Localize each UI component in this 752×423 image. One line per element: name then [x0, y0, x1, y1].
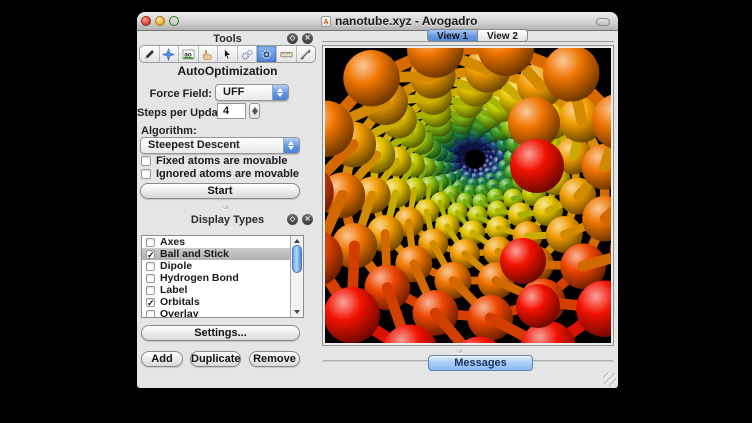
display-type-label: Ball and Stick	[160, 248, 229, 260]
manipulate-tool-button[interactable]	[199, 46, 219, 62]
tab-view-1[interactable]: View 1	[427, 29, 477, 42]
display-type-row[interactable]: Overlay	[142, 308, 303, 318]
display-types-close-button[interactable]: ✕	[302, 214, 313, 225]
algorithm-value: Steepest Descent	[148, 138, 240, 153]
draw-tool-icon	[143, 48, 156, 61]
close-window-button[interactable]	[141, 16, 151, 26]
checkbox-label: Ignored atoms are movable	[156, 168, 299, 180]
force-field-label: Force Field:	[137, 88, 212, 100]
auto-optimize-tool-button[interactable]	[257, 46, 277, 62]
auto-rotate-tool-button[interactable]	[238, 46, 258, 62]
bottom-splitter-handle[interactable]	[457, 349, 462, 353]
display-types-list[interactable]: Axes ✓ Ball and StickDipoleHydrogen BondLa…	[141, 235, 304, 318]
scroll-down-icon[interactable]	[294, 310, 300, 314]
tool-toolbar: ao	[139, 45, 316, 63]
add-button[interactable]: Add	[141, 351, 183, 367]
selection-tool-button[interactable]	[218, 46, 238, 62]
display-type-checkbox[interactable]: ✓	[146, 250, 155, 259]
force-field-value: UFF	[223, 85, 244, 100]
document-proxy-icon: A	[321, 16, 331, 27]
view-tabbar: View 1View 2	[427, 29, 528, 42]
navigate-tool-icon	[162, 48, 175, 61]
display-type-row[interactable]: Label	[142, 284, 303, 296]
align-tool-icon	[299, 48, 312, 61]
display-type-row[interactable]: ✓ Ball and Stick	[142, 248, 303, 260]
display-type-row[interactable]: Axes	[142, 236, 303, 248]
display-type-checkbox[interactable]: ✓	[146, 298, 155, 307]
measure-tool-icon	[280, 48, 293, 61]
molecule-viewport[interactable]	[325, 48, 611, 343]
draw-tool-button[interactable]	[140, 46, 160, 62]
display-type-label: Hydrogen Bond	[160, 272, 239, 284]
nanotube-render	[325, 48, 611, 343]
tools-close-button[interactable]: ✕	[302, 33, 313, 44]
steps-per-update-field[interactable]: 4	[217, 103, 246, 119]
measure-tool-button[interactable]	[277, 46, 297, 62]
display-type-checkbox[interactable]	[146, 238, 155, 247]
messages-button[interactable]: Messages	[428, 355, 533, 371]
display-list-scrollbar[interactable]	[290, 236, 303, 317]
steps-stepper[interactable]	[249, 103, 260, 119]
tools-float-button[interactable]: ◇	[287, 33, 298, 44]
desktop: { "window": { "title": "nanotube.xyz - A…	[0, 0, 752, 423]
bond-centric-tool-icon: ao	[182, 48, 195, 61]
bond-centric-tool-button[interactable]: ao	[179, 46, 199, 62]
display-type-checkbox[interactable]	[146, 262, 155, 271]
checkbox-box[interactable]	[141, 156, 151, 166]
tab-view-2[interactable]: View 2	[477, 29, 528, 42]
ignored-atoms-checkbox[interactable]: Ignored atoms are movable	[141, 168, 299, 180]
titlebar[interactable]: A nanotube.xyz - Avogadro	[137, 12, 618, 31]
algorithm-label: Algorithm:	[141, 125, 197, 137]
display-type-checkbox[interactable]	[146, 274, 155, 283]
fixed-atoms-checkbox[interactable]: Fixed atoms are movable	[141, 155, 287, 167]
minimize-window-button[interactable]	[155, 16, 165, 26]
align-tool-button[interactable]	[297, 46, 316, 62]
popup-arrows-icon	[283, 138, 299, 153]
display-type-row[interactable]: Hydrogen Bond	[142, 272, 303, 284]
navigate-tool-button[interactable]	[160, 46, 180, 62]
duplicate-button[interactable]: Duplicate	[190, 351, 241, 367]
manipulate-tool-icon	[201, 48, 214, 61]
remove-button[interactable]: Remove	[249, 351, 300, 367]
display-type-label: Overlay	[160, 308, 199, 318]
auto-optimize-tool-icon	[260, 48, 273, 61]
steps-per-update-label: Steps per Update:	[137, 107, 212, 119]
display-types-float-button[interactable]: ◇	[287, 214, 298, 225]
display-type-label: Orbitals	[160, 296, 200, 308]
popup-arrows-icon	[272, 85, 288, 100]
avogadro-window: A nanotube.xyz - Avogadro Tools ◇ ✕ ao A…	[137, 12, 618, 388]
display-type-checkbox[interactable]	[146, 286, 155, 295]
display-type-label: Dipole	[160, 260, 192, 272]
settings-button[interactable]: Settings...	[141, 325, 300, 341]
display-type-row[interactable]: Dipole	[142, 260, 303, 272]
display-type-label: Axes	[160, 236, 185, 248]
dock-splitter-handle[interactable]	[223, 205, 228, 209]
start-button[interactable]: Start	[140, 183, 300, 199]
scroll-up-icon[interactable]	[294, 239, 300, 243]
selection-tool-icon	[221, 48, 234, 61]
display-type-row[interactable]: ✓ Orbitals	[142, 296, 303, 308]
autoopt-title: AutoOptimization	[137, 64, 318, 78]
algorithm-select[interactable]: Steepest Descent	[140, 137, 300, 154]
checkbox-box[interactable]	[141, 169, 151, 179]
zoom-window-button[interactable]	[169, 16, 179, 26]
force-field-select[interactable]: UFF	[215, 84, 289, 101]
display-type-label: Label	[160, 284, 187, 296]
auto-rotate-tool-icon	[241, 48, 254, 61]
gl-frame	[322, 45, 614, 346]
toolbar-toggle-button[interactable]	[596, 18, 610, 26]
checkbox-label: Fixed atoms are movable	[156, 155, 287, 167]
display-type-checkbox[interactable]	[146, 310, 155, 319]
scrollbar-thumb[interactable]	[292, 245, 302, 273]
resize-grip[interactable]	[603, 373, 616, 386]
